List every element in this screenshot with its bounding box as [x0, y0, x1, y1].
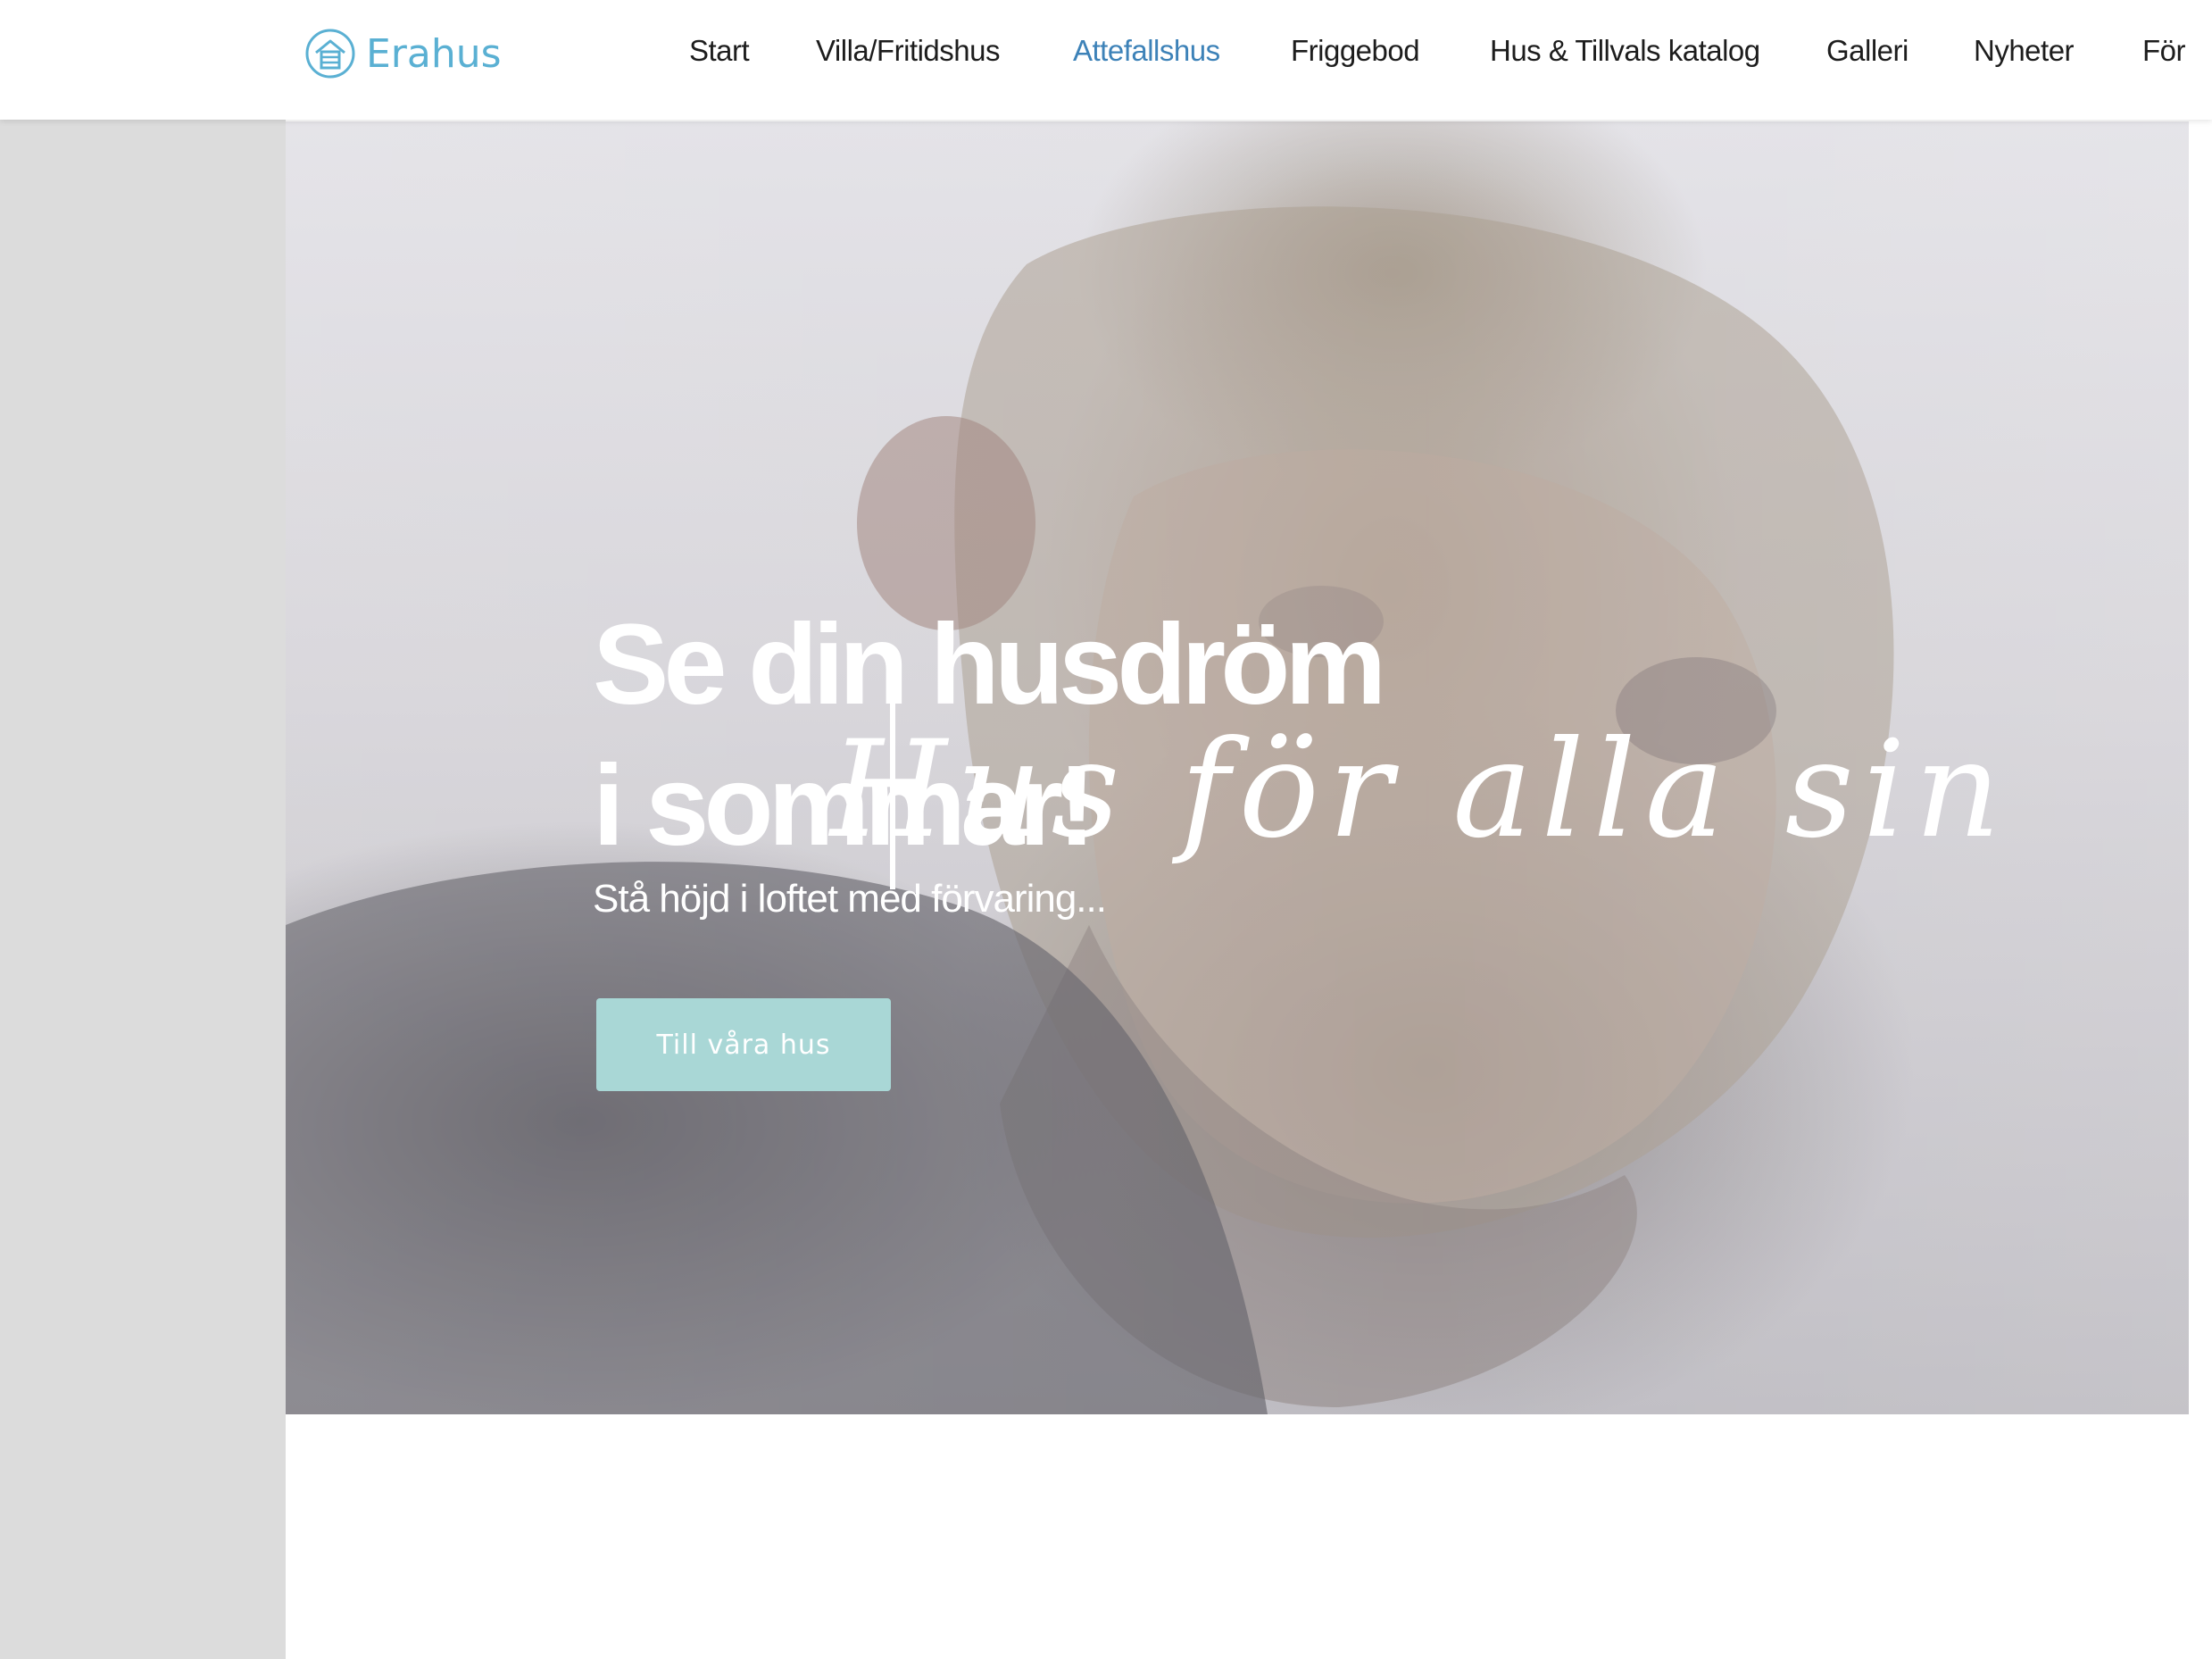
hero-subtitle: Stå höjd i loftet med förvaring... [593, 877, 1107, 921]
nav-item-attefallshus[interactable]: Attefallshus [1073, 34, 1220, 68]
nav-item-galleri[interactable]: Galleri [1826, 34, 1908, 68]
nav-item-start[interactable]: Start [689, 34, 750, 68]
hero-title-line2: i sommar! [593, 742, 1096, 870]
main-nav: Start Villa/Fritidshus Attefallshus Frig… [0, 0, 2212, 107]
nav-item-friggebod[interactable]: Friggebod [1291, 34, 1420, 68]
content-area [286, 1414, 2212, 1659]
site-header: Erahus Start Villa/Fritidshus Attefallsh… [0, 0, 2212, 120]
nav-item-hus-tillvals-katalog[interactable]: Hus & Tillvals katalog [1490, 34, 1760, 68]
cta-button[interactable]: Till våra hus [596, 998, 891, 1091]
left-gray-panel [0, 120, 286, 1659]
nav-item-for[interactable]: För [2142, 34, 2186, 68]
nav-item-villa-fritidshus[interactable]: Villa/Fritidshus [816, 34, 1000, 68]
hero-title-line1: Se din husdröm [593, 601, 1386, 729]
hero-banner: Se din husdröm i sommar! Hus för alla si… [286, 121, 2189, 1414]
page: Erahus Start Villa/Fritidshus Attefallsh… [0, 0, 2212, 1659]
nav-item-nyheter[interactable]: Nyheter [1974, 34, 2075, 68]
hero-title: Se din husdröm i sommar! [593, 595, 1664, 877]
